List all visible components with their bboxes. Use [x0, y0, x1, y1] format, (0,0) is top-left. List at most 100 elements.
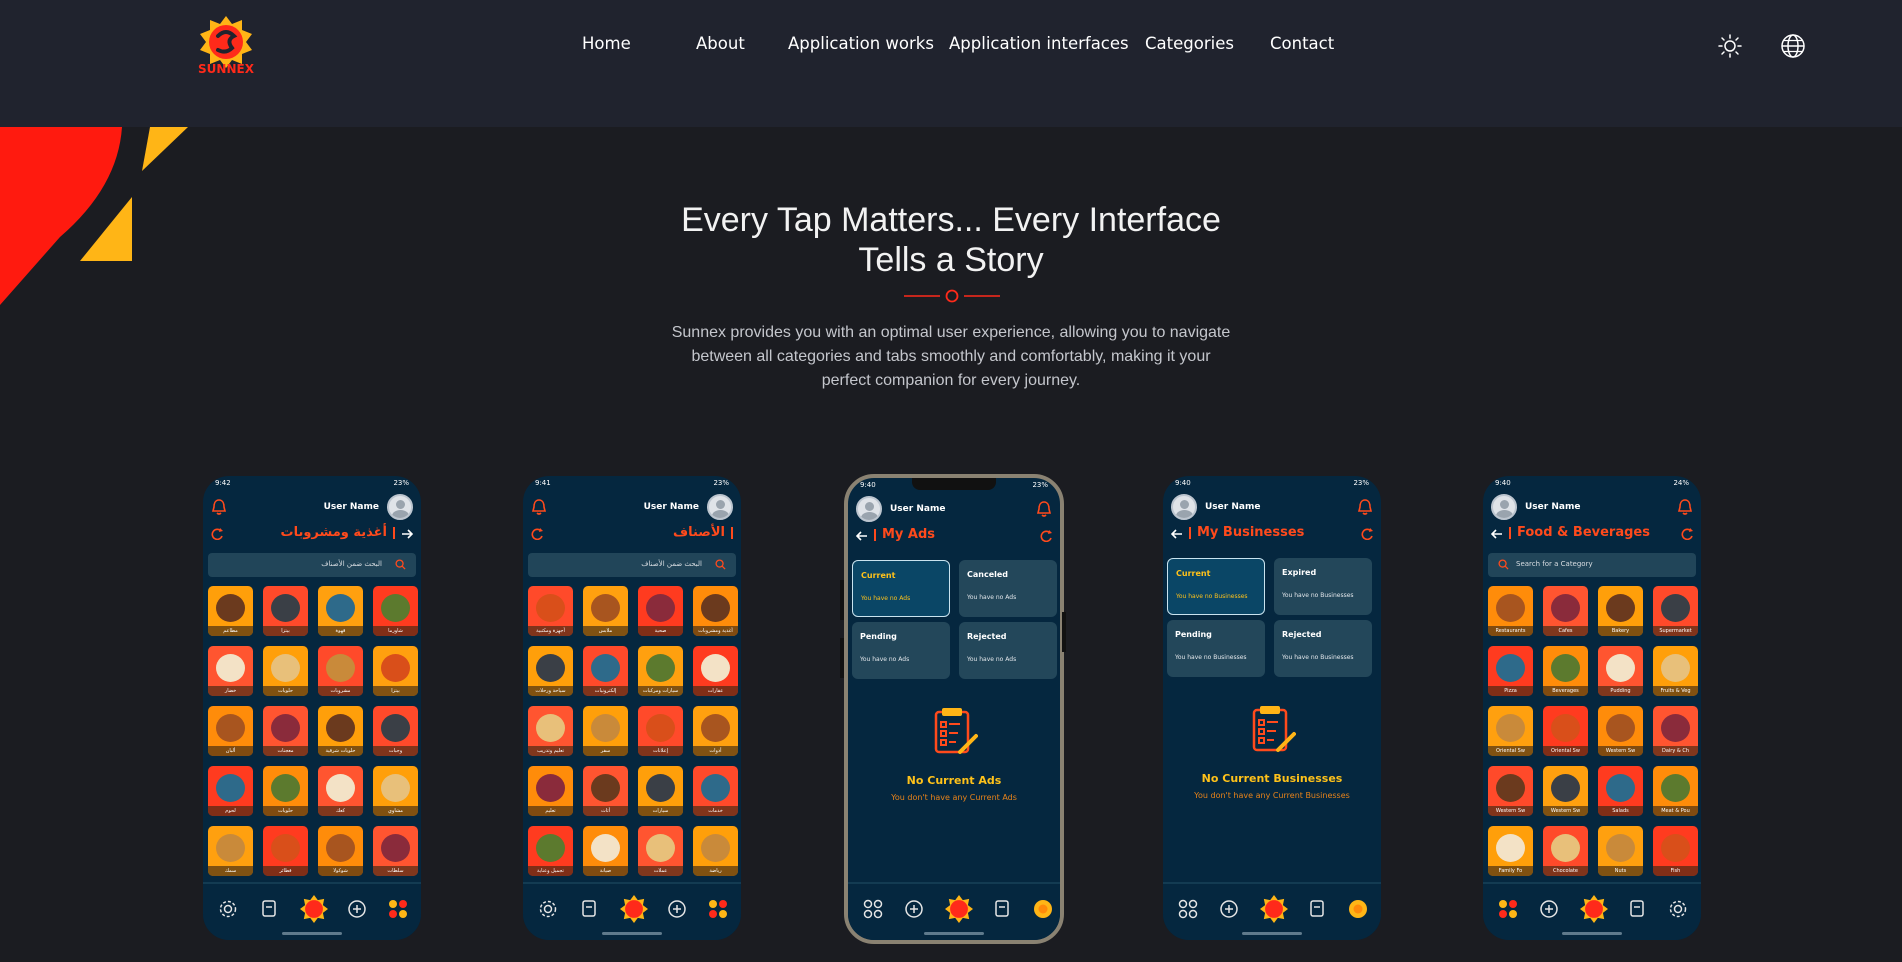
add-tab-icon[interactable] [903, 898, 925, 920]
category-tile[interactable]: حلويات شرقية [318, 706, 363, 756]
add-tab-icon[interactable] [666, 898, 688, 920]
category-tile[interactable]: عملات [638, 826, 683, 876]
category-tile[interactable]: سيارات [638, 766, 683, 816]
home-tab-icon[interactable] [300, 895, 328, 923]
category-tile[interactable]: تجميل وعناية [528, 826, 573, 876]
category-tile[interactable]: مشروبات [318, 646, 363, 696]
theme-sun-icon[interactable] [1717, 33, 1743, 59]
category-tile[interactable]: مشاوي [373, 766, 418, 816]
back-arrow-icon[interactable] [1171, 528, 1183, 540]
category-tile[interactable]: Fruits & Veg [1653, 646, 1698, 696]
nav-home[interactable]: Home [582, 34, 631, 53]
category-tile[interactable]: سيارات ومركبات [638, 646, 683, 696]
status-card-expired[interactable]: Expired You have no Businesses [1274, 558, 1372, 615]
status-card-pending[interactable]: Pending You have no Businesses [1167, 620, 1265, 677]
category-tile[interactable]: تعليم [528, 766, 573, 816]
category-tile[interactable]: بيتزا [263, 586, 308, 636]
category-tile[interactable]: Beverages [1543, 646, 1588, 696]
category-tile[interactable]: إلكترونيات [583, 646, 628, 696]
sunnex-tab-icon[interactable] [1347, 898, 1369, 920]
saved-tab-icon[interactable] [578, 898, 600, 920]
avatar[interactable] [707, 494, 733, 520]
category-tile[interactable]: Fish [1653, 826, 1698, 876]
category-tile[interactable]: Dairy & Ch [1653, 706, 1698, 756]
category-tile[interactable]: Pizza [1488, 646, 1533, 696]
categories-tab-icon[interactable] [862, 898, 884, 920]
back-arrow-icon[interactable] [856, 530, 868, 542]
category-tile[interactable]: أجهزة ومكتبية [528, 586, 573, 636]
category-tile[interactable]: سياحة ورحلات [528, 646, 573, 696]
category-tile[interactable]: قهوة [318, 586, 363, 636]
notification-bell-icon[interactable] [1677, 498, 1693, 516]
refresh-icon[interactable] [1361, 528, 1373, 540]
language-globe-icon[interactable] [1780, 33, 1806, 59]
category-tile[interactable]: معجنات [263, 706, 308, 756]
category-tile[interactable]: حلويات [263, 646, 308, 696]
category-tile[interactable]: حلويات [263, 766, 308, 816]
category-tile[interactable]: ألبان [208, 706, 253, 756]
category-tile[interactable]: Restaurants [1488, 586, 1533, 636]
home-tab-icon[interactable] [1260, 895, 1288, 923]
category-tile[interactable]: Western Sw [1488, 766, 1533, 816]
category-tile[interactable]: Oriental Sw [1543, 706, 1588, 756]
settings-tab-icon[interactable] [217, 898, 239, 920]
category-tile[interactable]: Salads [1598, 766, 1643, 816]
notification-bell-icon[interactable] [531, 498, 547, 516]
add-tab-icon[interactable] [346, 898, 368, 920]
category-tile[interactable]: صيانة [583, 826, 628, 876]
search-input[interactable]: البحث ضمن الأصناف [528, 553, 736, 577]
status-card-pending[interactable]: Pending You have no Ads [852, 622, 950, 679]
category-tile[interactable]: فطائر [263, 826, 308, 876]
refresh-icon[interactable] [211, 528, 223, 540]
category-tile[interactable]: Supermarket [1653, 586, 1698, 636]
nav-about[interactable]: About [696, 34, 745, 53]
category-tile[interactable]: كعك [318, 766, 363, 816]
category-tile[interactable]: شاورما [373, 586, 418, 636]
avatar[interactable] [1171, 494, 1197, 520]
category-tile[interactable]: مطاعم [208, 586, 253, 636]
category-tile[interactable]: سلطات [373, 826, 418, 876]
category-tile[interactable]: Western Sw [1598, 706, 1643, 756]
categories-tab-icon[interactable] [1177, 898, 1199, 920]
nav-contact[interactable]: Contact [1270, 34, 1334, 53]
category-tile[interactable]: رياضة [693, 826, 738, 876]
category-tile[interactable]: أغذية ومشروبات [693, 586, 738, 636]
category-tile[interactable]: Nuts [1598, 826, 1643, 876]
home-tab-icon[interactable] [1580, 895, 1608, 923]
category-tile[interactable]: Bakery [1598, 586, 1643, 636]
saved-tab-icon[interactable] [991, 898, 1013, 920]
avatar[interactable] [1491, 494, 1517, 520]
nav-categories[interactable]: Categories [1145, 34, 1234, 53]
back-arrow-icon[interactable] [1491, 528, 1503, 540]
category-tile[interactable]: وجبات [373, 706, 418, 756]
saved-tab-icon[interactable] [1626, 898, 1648, 920]
status-card-canceled[interactable]: Canceled You have no Ads [959, 560, 1057, 617]
home-tab-icon[interactable] [945, 895, 973, 923]
category-tile[interactable]: عقارات [693, 646, 738, 696]
status-card-current[interactable]: Current You have no Businesses [1167, 558, 1265, 615]
category-tile[interactable]: تعليم وتدريب [528, 706, 573, 756]
category-tile[interactable]: سمك [208, 826, 253, 876]
category-tile[interactable]: خضار [208, 646, 253, 696]
status-card-rejected[interactable]: Rejected You have no Businesses [1274, 620, 1372, 677]
category-tile[interactable]: Family Fo [1488, 826, 1533, 876]
category-tile[interactable]: خدمات [693, 766, 738, 816]
add-tab-icon[interactable] [1538, 898, 1560, 920]
sunnex-tab-icon[interactable] [1032, 898, 1054, 920]
category-tile[interactable]: أثاث [583, 766, 628, 816]
saved-tab-icon[interactable] [1306, 898, 1328, 920]
category-tile[interactable]: Oriental Sw [1488, 706, 1533, 756]
settings-tab-icon[interactable] [537, 898, 559, 920]
category-tile[interactable]: Cafes [1543, 586, 1588, 636]
categories-tab-icon[interactable] [707, 898, 729, 920]
home-tab-icon[interactable] [620, 895, 648, 923]
categories-tab-icon[interactable] [1497, 898, 1519, 920]
notification-bell-icon[interactable] [1036, 500, 1052, 518]
category-tile[interactable]: Chocolate [1543, 826, 1588, 876]
category-tile[interactable]: لحوم [208, 766, 253, 816]
search-input[interactable]: البحث ضمن الأصناف [208, 553, 416, 577]
status-card-current[interactable]: Current You have no Ads [852, 560, 950, 617]
refresh-icon[interactable] [1681, 528, 1693, 540]
saved-tab-icon[interactable] [258, 898, 280, 920]
back-arrow-icon[interactable] [401, 528, 413, 540]
